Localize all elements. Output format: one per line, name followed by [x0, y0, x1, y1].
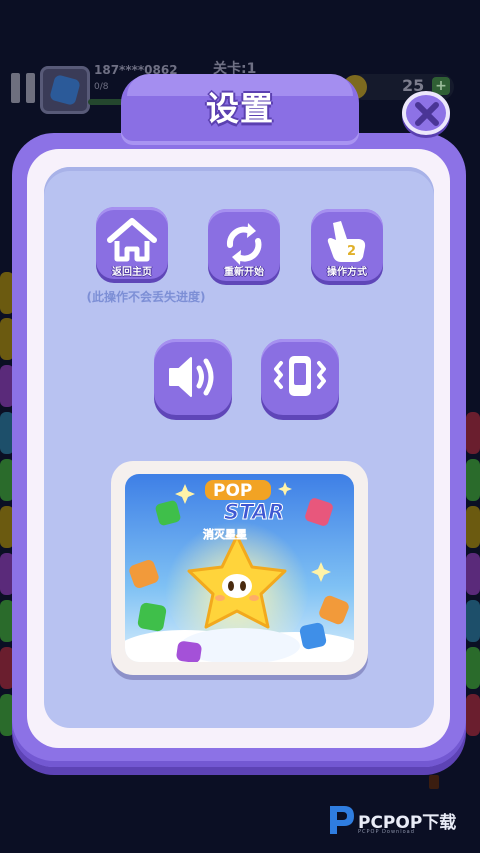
board-tile [466, 647, 480, 689]
avatar[interactable] [40, 66, 90, 114]
progress-hint: (此操作不会丢失进度) [86, 290, 206, 304]
gem-icon [49, 74, 81, 106]
board-tile [429, 775, 439, 789]
close-button[interactable] [402, 91, 450, 135]
sound-toggle[interactable] [154, 339, 232, 415]
controls-label: 操作方式 [327, 267, 367, 278]
pop-star-artwork: POP STAR 消灭星星 [125, 474, 354, 662]
game-promo-image[interactable]: POP STAR 消灭星星 [125, 474, 354, 662]
promo-logo-bottom: STAR [224, 500, 284, 524]
promo-logo-subtitle: 消灭星星 [203, 527, 247, 541]
home-label: 返回主页 [112, 267, 152, 278]
vibration-toggle[interactable] [261, 339, 339, 415]
close-icon [415, 102, 439, 126]
controls-button[interactable]: 2 操作方式 [311, 209, 383, 281]
board-tile [466, 600, 480, 642]
hud-score: 0/8 [94, 82, 109, 92]
vibration-icon [274, 356, 326, 396]
controls-badge: 2 [347, 244, 356, 259]
board-tile [466, 506, 480, 548]
pcpop-logo-icon [330, 806, 354, 834]
dialog-title: 设置 [206, 89, 274, 128]
pause-icon[interactable] [11, 73, 37, 103]
board-tile [466, 459, 480, 501]
watermark-subtext: PCPOP Download [358, 829, 415, 835]
home-button[interactable]: 返回主页 [96, 207, 168, 279]
board-tile [466, 553, 480, 595]
board-tile [466, 412, 480, 454]
promo-logo-top: POP [213, 481, 252, 501]
speaker-icon [169, 357, 214, 397]
board-tile [466, 694, 480, 736]
restart-label: 重新开始 [224, 267, 264, 278]
restart-button[interactable]: 重新开始 [208, 209, 280, 281]
